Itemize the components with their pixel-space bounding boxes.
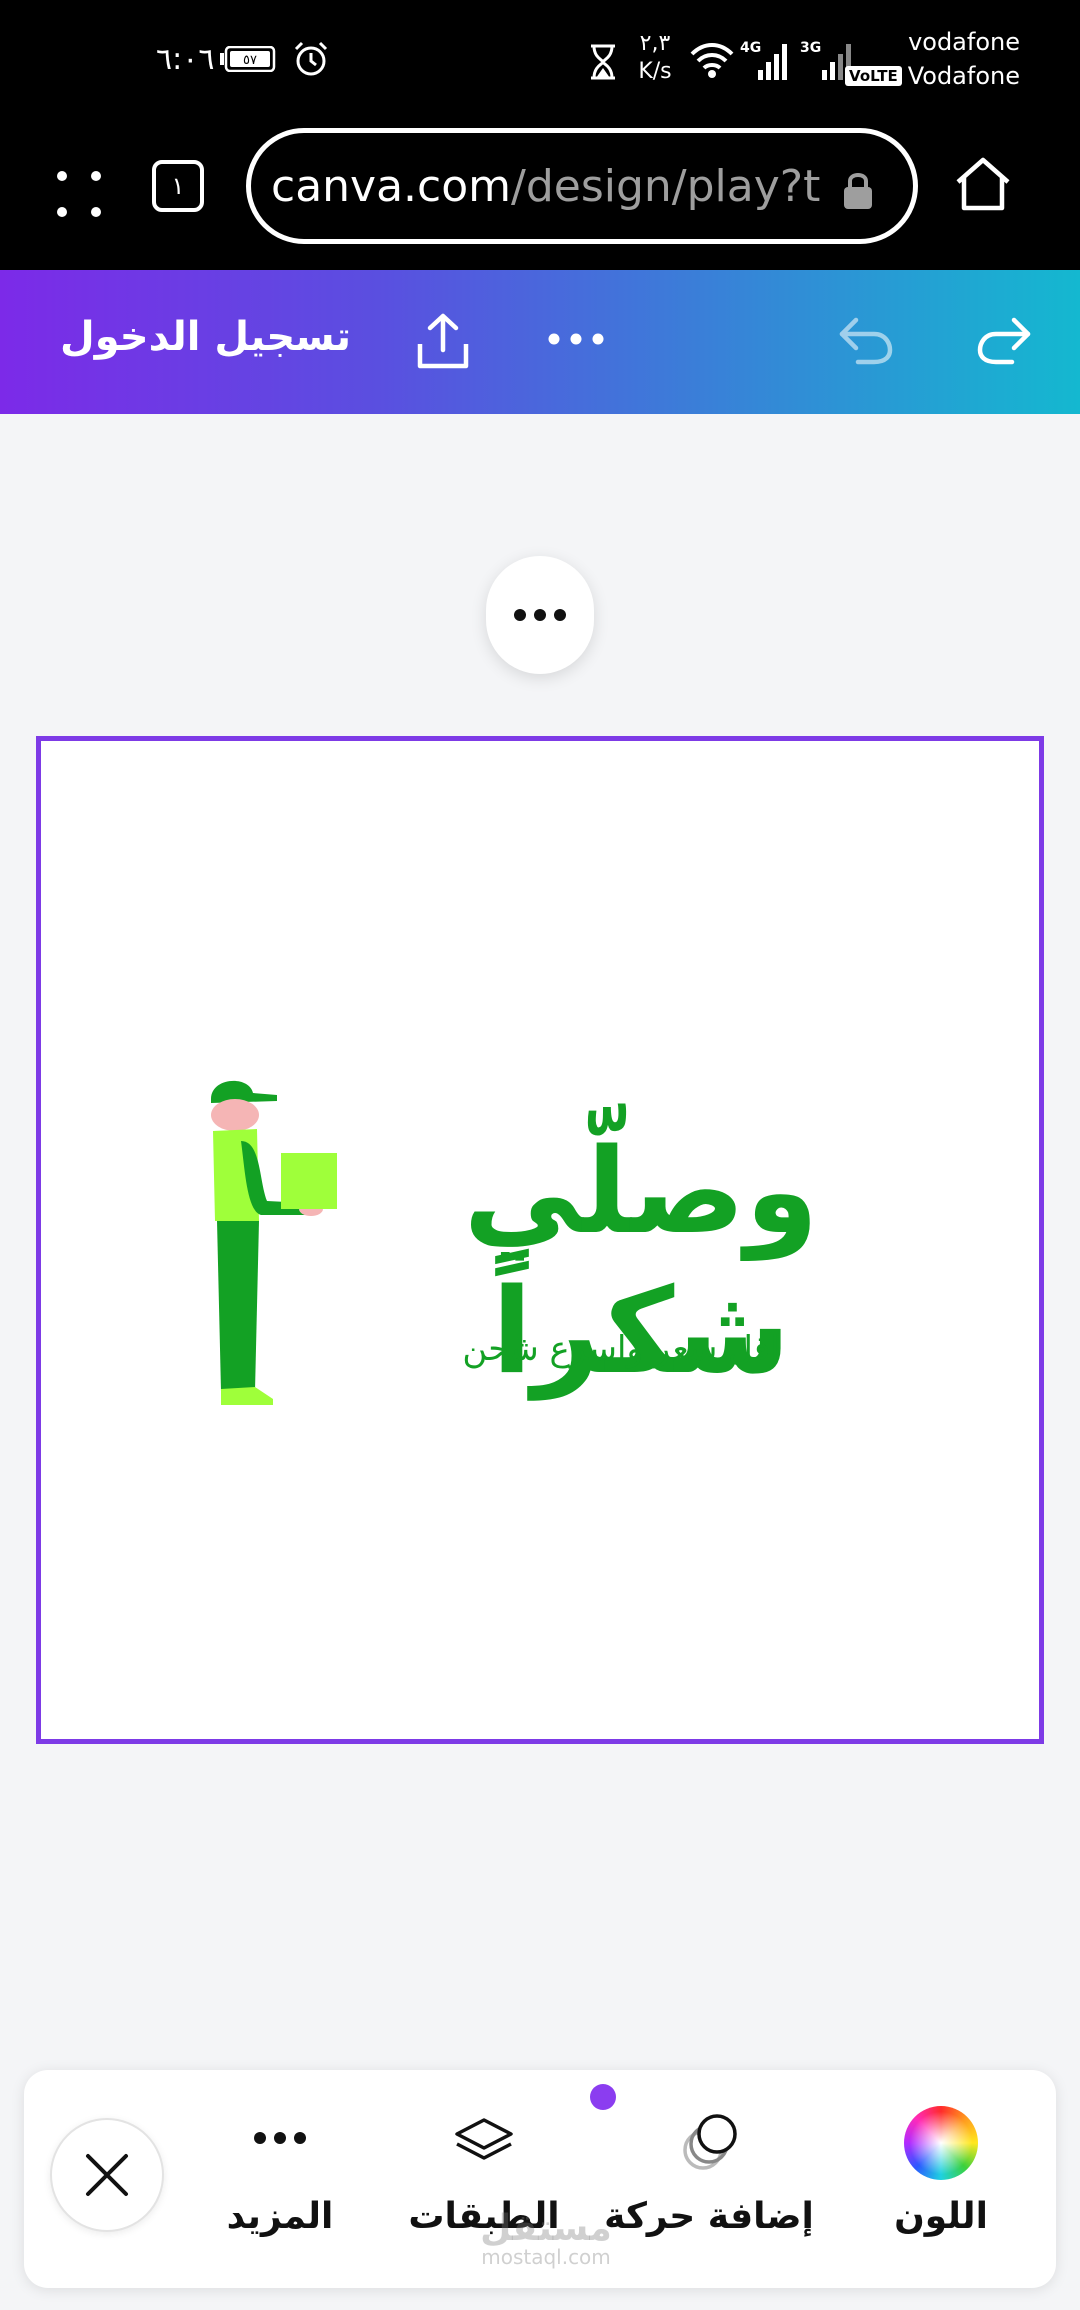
wifi-icon (690, 43, 734, 78)
url-path: /design/play?t (511, 160, 821, 212)
speed-unit: K/s (638, 59, 672, 84)
alarm-icon (294, 41, 328, 76)
color-tool[interactable]: اللون (846, 2070, 1036, 2288)
animate-tool[interactable]: إضافة حركة (594, 2070, 824, 2288)
carrier-1: vodafone (908, 28, 1020, 56)
color-wheel-icon (904, 2106, 978, 2180)
carrier-2-label: Vodafone (907, 62, 1020, 90)
layers-icon (455, 2118, 513, 2160)
redo-icon[interactable] (974, 314, 1034, 366)
more-options-icon[interactable] (544, 324, 608, 354)
battery-level: ٥٧ (243, 53, 257, 68)
lock-icon (844, 173, 872, 209)
canva-header: تسجيل الدخول (0, 270, 1080, 414)
brand-tagline: اقل سعر واسرع شحن (462, 1329, 780, 1369)
browser-menu-icon[interactable] (52, 162, 112, 226)
network-speed: ٢,٣ K/s (632, 30, 678, 86)
address-bar[interactable]: canva.com/design/play?t (246, 128, 918, 244)
home-icon[interactable] (952, 152, 1014, 214)
hourglass-icon (591, 44, 615, 80)
watermark: مستقل mostaql.com (466, 2208, 626, 2269)
ellipsis-icon (254, 2132, 306, 2144)
network-2-label: 3G (800, 40, 821, 56)
carrier-2: VoLTE Vodafone (845, 62, 1020, 90)
network-1-label: 4G (740, 40, 761, 56)
speed-value: ٢,٣ (639, 31, 671, 56)
bottom-toolbar: المزيد الطبقات إضافة حركة اللون مستقل mo… (24, 2070, 1056, 2288)
animate-icon (683, 2114, 737, 2170)
animate-label: إضافة حركة (604, 2196, 814, 2237)
element-more-button[interactable] (486, 556, 594, 674)
undo-icon[interactable] (836, 314, 896, 366)
status-bar: ٦:٠٦ ٥٧ ٢,٣ K/s 4G 3G vodafone VoLTE Vod… (0, 0, 1080, 122)
clock: ٦:٠٦ (156, 42, 215, 77)
watermark-text: مستقل (480, 2208, 612, 2249)
watermark-url: mostaql.com (481, 2245, 611, 2269)
url-host: canva.com (271, 160, 512, 212)
more-label: المزيد (226, 2196, 334, 2237)
design-canvas[interactable]: وصلّي شكراً اقل سعر واسرع شحن (36, 736, 1044, 1744)
close-icon (86, 2154, 128, 2196)
dots-icon (514, 609, 566, 621)
volte-badge: VoLTE (845, 66, 902, 86)
browser-toolbar: ١ canva.com/design/play?t (0, 122, 1080, 270)
signal-4g-icon: 4G (740, 40, 787, 80)
battery-icon: ٥٧ (220, 46, 276, 72)
close-button[interactable] (50, 2118, 164, 2232)
color-label: اللون (894, 2196, 988, 2237)
more-tool[interactable]: المزيد (210, 2070, 350, 2288)
tab-count-button[interactable]: ١ (152, 160, 204, 212)
share-icon[interactable] (412, 310, 474, 372)
login-button[interactable]: تسجيل الدخول (60, 314, 351, 360)
